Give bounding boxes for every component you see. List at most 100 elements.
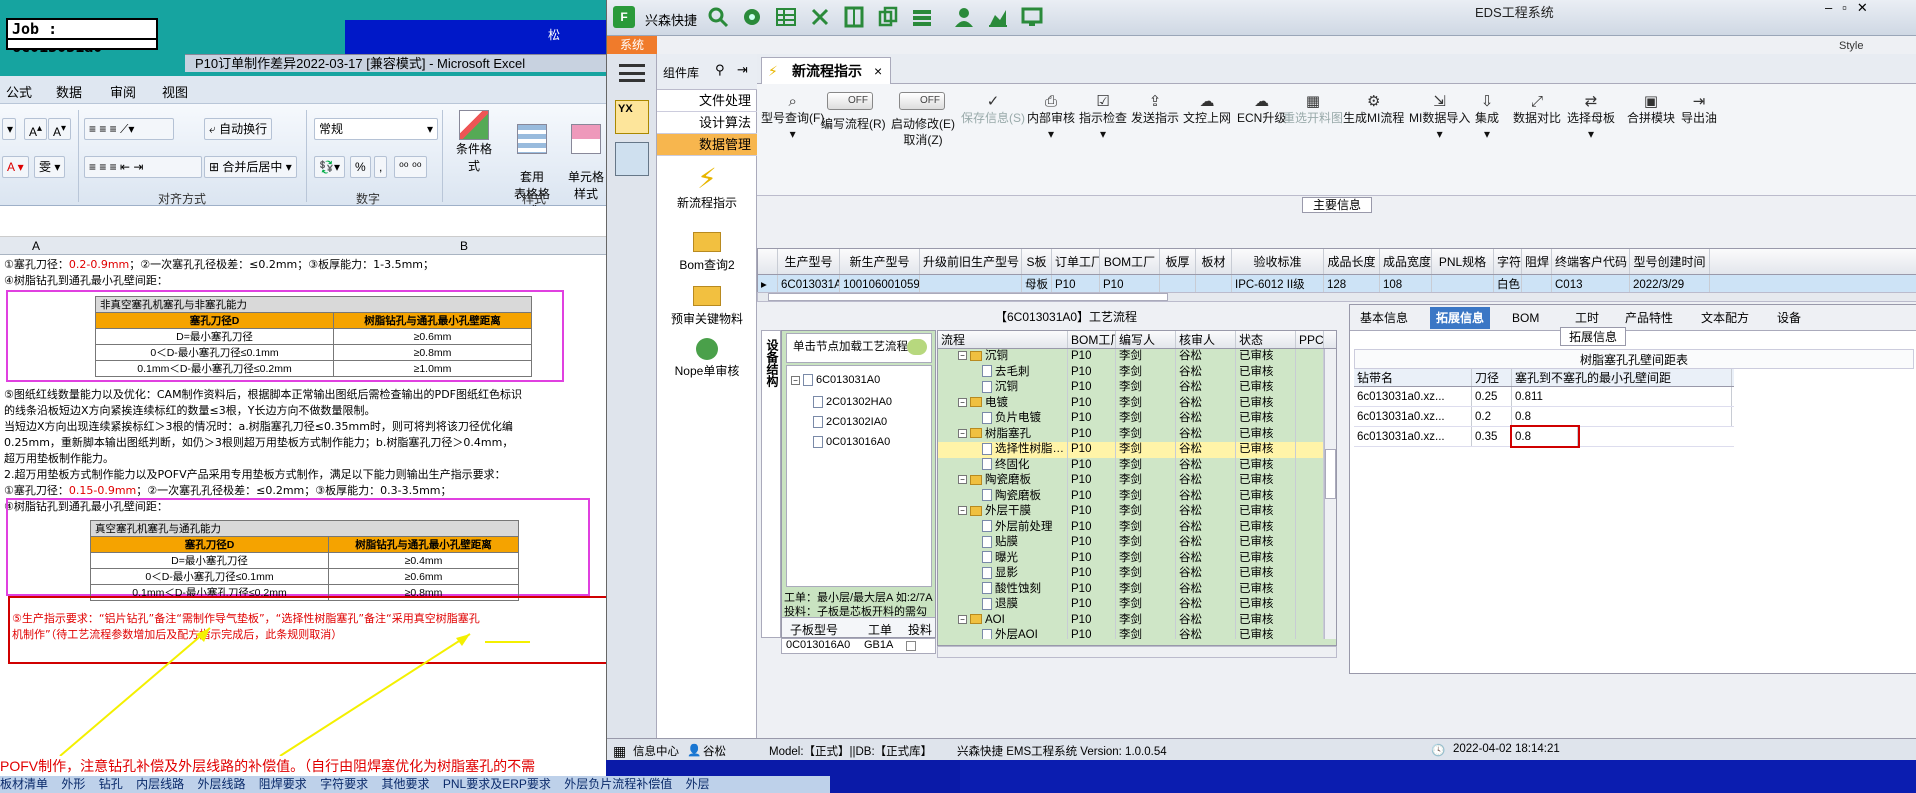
column-header[interactable]: PPC — [1296, 331, 1324, 348]
film-icon[interactable] — [843, 6, 865, 28]
btn-generate-mi[interactable]: ⚙ 生成MI流程 — [1343, 88, 1404, 126]
column-header[interactable]: 板厚 — [1160, 249, 1196, 274]
sheet-tab[interactable]: 外层 — [686, 777, 710, 791]
ext-cell[interactable]: 0.8 — [1510, 425, 1580, 448]
process-row[interactable]: − AOI P10 李剑 谷松 已审核 — [938, 612, 1324, 628]
menu-view[interactable]: 视图 — [162, 82, 188, 101]
grid-icon[interactable] — [775, 6, 797, 28]
btn-merge-module[interactable]: ▣ 合拼模块 — [1627, 88, 1675, 126]
column-header[interactable]: 验收标准 — [1232, 249, 1324, 274]
column-header[interactable]: 新生产型号 — [840, 249, 920, 274]
tree-child[interactable]: 2C01302IA0 — [813, 416, 887, 429]
process-row[interactable]: − 外层干膜 P10 李剑 谷松 已审核 — [938, 504, 1324, 520]
expand-icon[interactable]: − — [958, 428, 967, 438]
column-header[interactable]: 型号创建时间 — [1630, 249, 1710, 274]
ext-cell[interactable]: 0.8 — [1512, 407, 1732, 426]
column-header[interactable]: 编写人 — [1116, 331, 1176, 348]
ext-row[interactable]: 6c013031a0.xz... 0.25 0.811 — [1354, 387, 1734, 407]
tool-new-process[interactable]: ⚡ 新流程指示 — [657, 164, 757, 211]
process-row[interactable]: − 陶瓷磨板 P10 李剑 谷松 已审核 — [938, 473, 1324, 489]
process-row[interactable]: 去毛刺 P10 李剑 谷松 已审核 — [938, 364, 1324, 380]
btn-data-compare[interactable]: ⤢ 数据对比 — [1513, 88, 1561, 126]
align-top-buttons[interactable]: ≡ ≡ ≡ ⟋▾ — [84, 118, 174, 140]
sub-grid-row[interactable]: 0C013016A0 GB1A — [781, 638, 936, 654]
tree-child[interactable]: 2C01302HA0 — [813, 396, 892, 409]
process-row[interactable]: 退膜 P10 李剑 谷松 已审核 — [938, 597, 1324, 613]
style-menu[interactable]: Style — [1839, 40, 1863, 52]
table-format-button[interactable]: 套用 表格格式 — [510, 110, 554, 218]
column-header[interactable]: 终端客户代码 — [1552, 249, 1630, 274]
process-name[interactable]: 去毛刺 — [938, 364, 1068, 380]
column-header[interactable]: 阻焊 — [1522, 249, 1552, 274]
yx-module-icon[interactable]: YX — [615, 100, 649, 134]
info-center[interactable]: 信息中心 — [633, 743, 679, 759]
expand-icon[interactable]: − — [958, 614, 967, 624]
align-horizontal-buttons[interactable]: ≡ ≡ ≡ ⇤ ⇥ — [84, 156, 202, 178]
detail-tab[interactable]: 设备 — [1771, 307, 1807, 329]
process-row[interactable]: 陶瓷磨板 P10 李剑 谷松 已审核 — [938, 488, 1324, 504]
btn-integrate[interactable]: ⇩ 集成 ▾ — [1475, 88, 1499, 142]
process-name[interactable]: 沉铜 — [938, 380, 1068, 396]
side-vertical-tab[interactable]: 设备结构 — [761, 330, 781, 638]
system-tab[interactable]: 系统 — [607, 36, 657, 54]
process-name[interactable]: 终固化 — [938, 457, 1068, 473]
sheet-tab[interactable]: 阻焊要求 — [259, 777, 307, 791]
ext-cell[interactable]: 0.25 — [1472, 387, 1512, 406]
column-a[interactable]: A — [32, 239, 40, 253]
pin-icon[interactable]: ⚲ — [715, 62, 725, 78]
grid-icon[interactable]: ▦ — [613, 743, 626, 760]
process-row[interactable]: − 沉铜 P10 李剑 谷松 已审核 — [938, 349, 1324, 365]
btn-model-query[interactable]: ⌕ 型号查询(F) ▾ — [761, 88, 824, 142]
btn-select-mother[interactable]: ⇄ 选择母板 ▾ — [1567, 88, 1615, 142]
menu-data[interactable]: 数据 — [56, 82, 82, 101]
sheet-tab[interactable]: 外层线路 — [197, 777, 245, 791]
btn-save-info[interactable]: ✓ 保存信息(S) — [961, 88, 1025, 126]
user-icon[interactable] — [953, 6, 975, 28]
process-name[interactable]: − AOI — [938, 612, 1068, 628]
process-row[interactable]: 选择性树脂… P10 李剑 谷松 已审核 — [938, 442, 1324, 458]
menu-formula[interactable]: 公式 — [6, 82, 32, 101]
process-row[interactable]: 曝光 P10 李剑 谷松 已审核 — [938, 550, 1324, 566]
ext-row[interactable]: 6c013031a0.xz... 0.2 0.8 — [1354, 407, 1734, 427]
process-name[interactable]: 显影 — [938, 566, 1068, 582]
font-color-button[interactable]: A ▾ — [2, 156, 29, 178]
list-icon[interactable] — [911, 6, 933, 28]
toggle-write-process[interactable]: OFF — [827, 92, 873, 110]
chart-icon[interactable] — [987, 6, 1009, 28]
expand-icon[interactable]: − — [958, 506, 967, 516]
btn-mi-import[interactable]: ⇲ MI数据导入 ▾ — [1409, 88, 1470, 142]
tool-bom-query[interactable]: Bom查询2 — [657, 228, 757, 273]
sheet-tab[interactable]: 内层线路 — [136, 777, 184, 791]
process-row[interactable]: 沉铜 P10 李剑 谷松 已审核 — [938, 380, 1324, 396]
process-name[interactable]: 外层AOI — [938, 628, 1068, 639]
cell-style-button[interactable]: 单元格 样式 — [564, 110, 606, 201]
shrink-font-button[interactable]: A▾ — [48, 118, 72, 140]
comma-button[interactable]: , — [374, 156, 388, 178]
process-name[interactable]: 曝光 — [938, 550, 1068, 566]
process-name[interactable]: − 电镀 — [938, 395, 1068, 411]
process-name[interactable]: 选择性树脂… — [938, 442, 1068, 458]
ext-row[interactable]: 6c013031a0.xz... 0.35 0.8 — [1354, 425, 1734, 448]
process-row[interactable]: − 树脂塞孔 P10 李剑 谷松 已审核 — [938, 426, 1324, 442]
detail-tab[interactable]: 工时 — [1569, 307, 1605, 329]
expand-icon[interactable]: − — [958, 475, 967, 485]
tab-new-process[interactable]: ⚡ 新流程指示 × — [761, 57, 891, 84]
expand-icon[interactable]: − — [958, 351, 967, 361]
checkbox[interactable] — [906, 641, 916, 651]
detail-tab[interactable]: BOM — [1506, 307, 1545, 329]
sheet-tab[interactable]: 其他要求 — [382, 777, 430, 791]
column-header[interactable]: 订单工厂 — [1052, 249, 1100, 274]
process-name[interactable]: 外层前处理 — [938, 519, 1068, 535]
column-header[interactable]: 成品长度 — [1324, 249, 1380, 274]
font-size-dropdown[interactable]: ▾ — [2, 118, 16, 140]
process-row[interactable]: 显影 P10 李剑 谷松 已审核 — [938, 566, 1324, 582]
ext-cell[interactable]: 6c013031a0.xz... — [1354, 387, 1472, 406]
detail-tab[interactable]: 产品特性 — [1619, 307, 1679, 329]
merge-center-button[interactable]: ⊞ 合并后居中 ▾ — [204, 156, 297, 178]
conditional-format-button[interactable]: 条件格式 — [452, 110, 496, 186]
btn-ecn-upgrade[interactable]: ☁ ECN升级 — [1237, 88, 1286, 126]
grow-font-button[interactable]: A▴ — [24, 118, 48, 140]
wrap-text-button[interactable]: ⤶ 自动换行 — [204, 118, 273, 140]
process-name[interactable]: − 外层干膜 — [938, 504, 1068, 520]
process-row[interactable]: − 电镀 P10 李剑 谷松 已审核 — [938, 395, 1324, 411]
